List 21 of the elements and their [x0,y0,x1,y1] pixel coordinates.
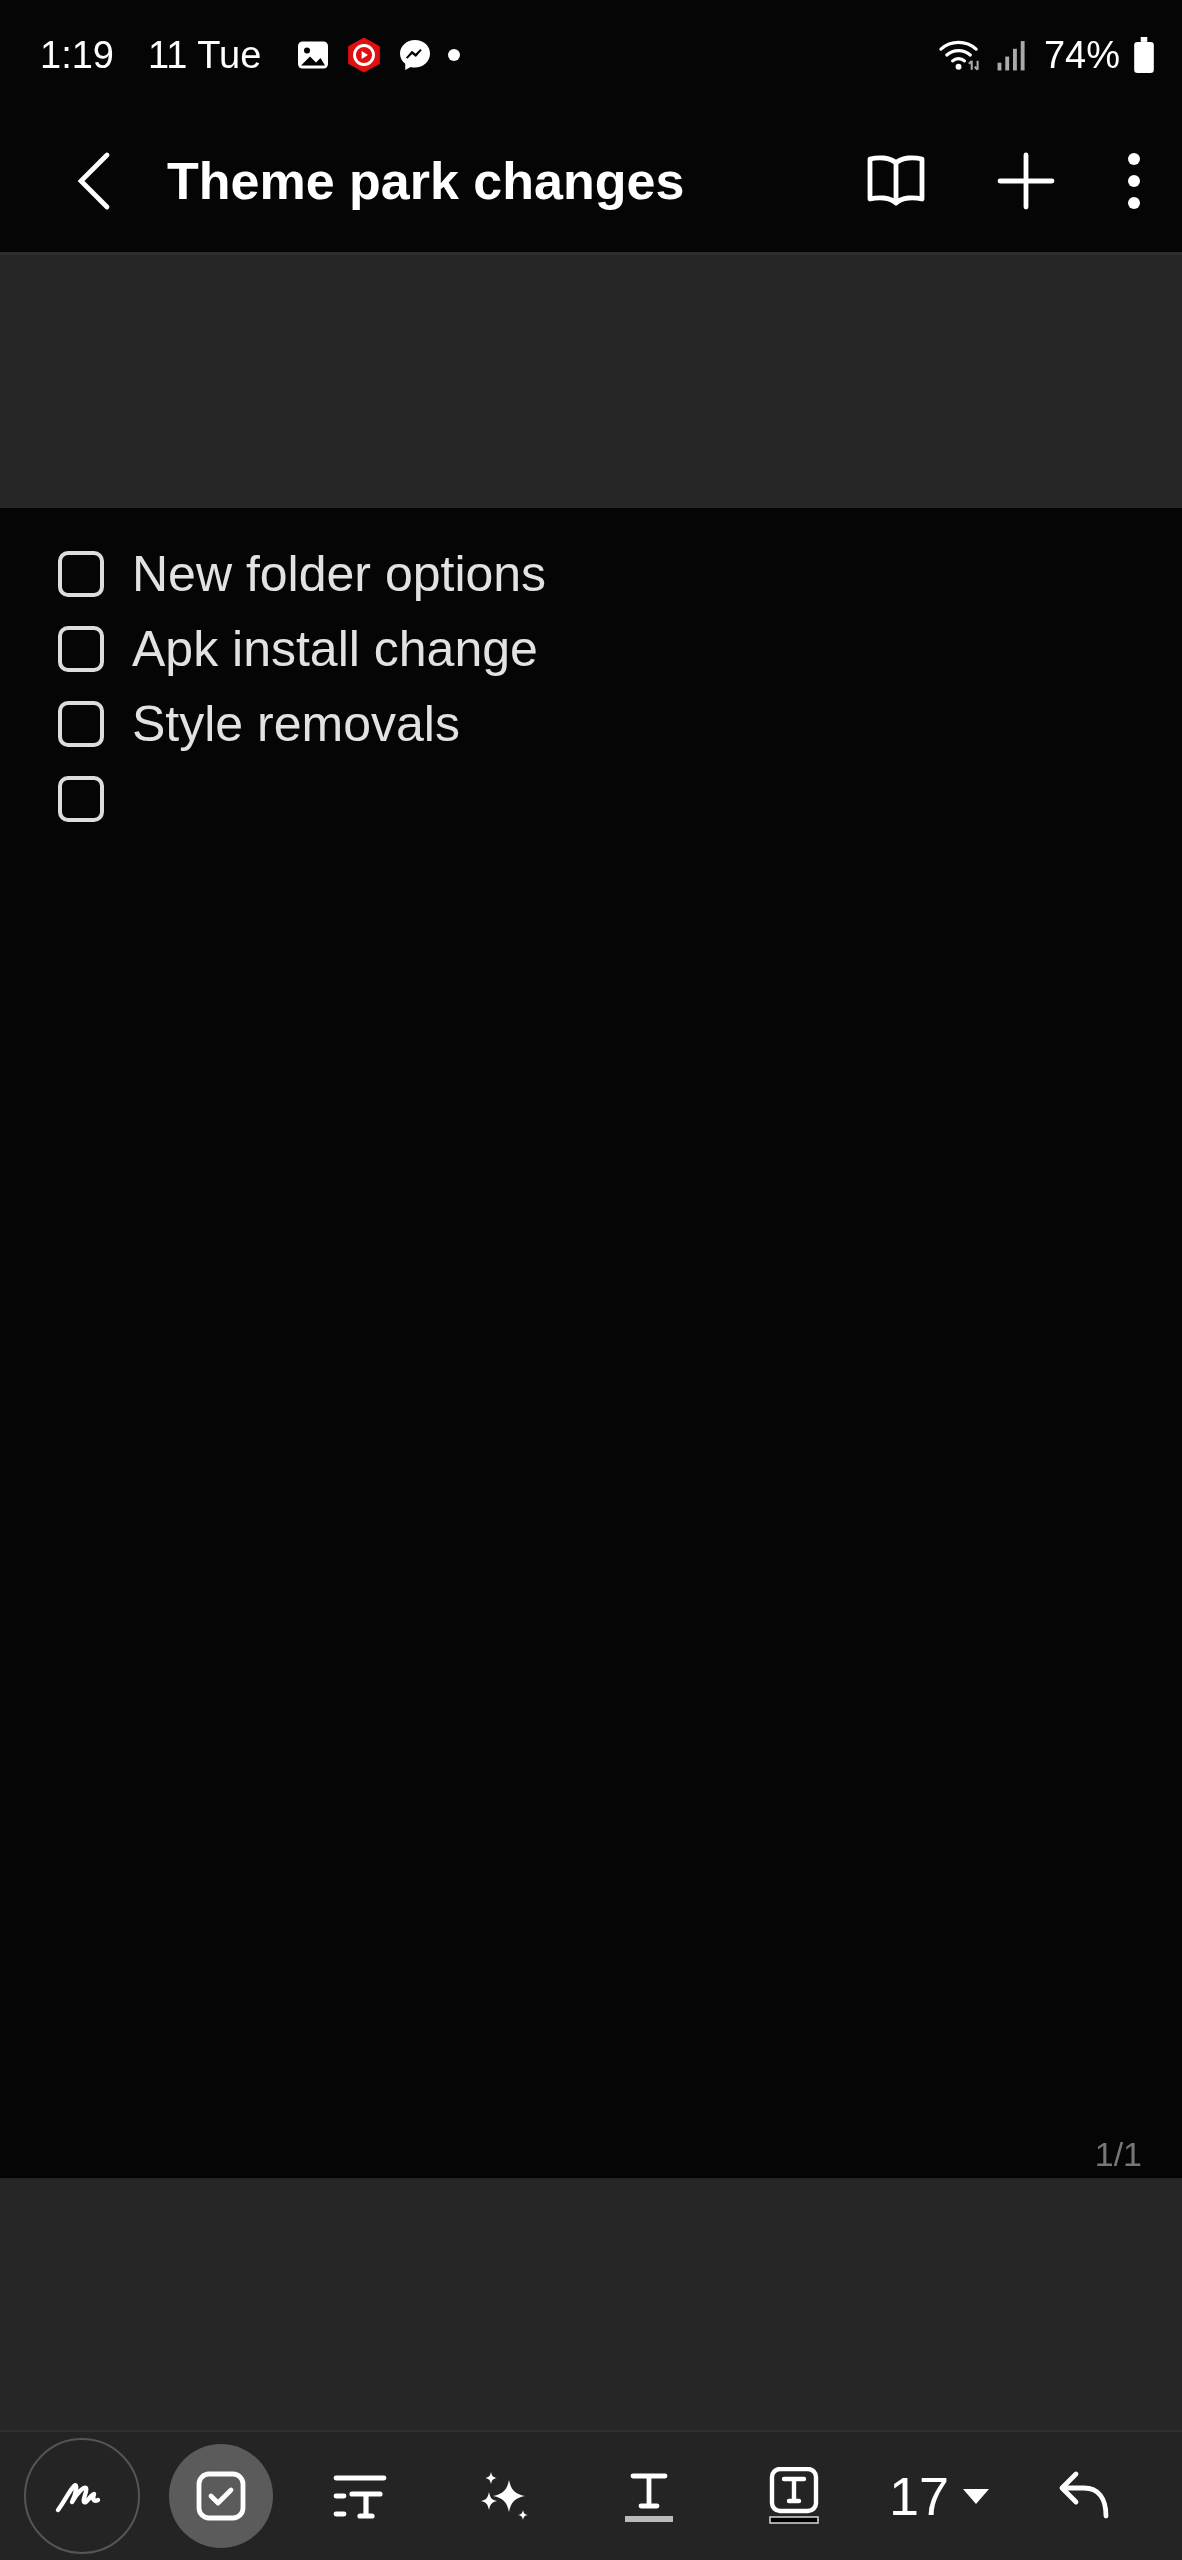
checkbox[interactable] [58,775,104,822]
checklist-item-text: New folder options [132,544,547,603]
font-size-button[interactable]: 17 [881,2465,998,2527]
more-icon[interactable] [1126,153,1142,209]
add-icon[interactable] [996,151,1056,211]
clock-time: 1:19 [40,33,114,77]
page-indicator: 1/1 [1094,2135,1142,2174]
checkbox[interactable] [58,550,104,597]
checkbox-icon [194,2470,247,2522]
text-background-icon [768,2467,821,2525]
checkbox[interactable] [58,700,104,747]
checkbox[interactable] [58,625,104,672]
note-title[interactable]: Theme park changes [167,151,866,211]
battery-percent: 74% [1043,33,1120,77]
battery-icon [1134,37,1154,73]
checklist-item-text: Apk install change [132,619,538,678]
caret-icon [963,2488,990,2504]
checklist-item-text: Style removals [132,694,460,753]
handwriting-button[interactable] [24,2438,140,2554]
date-text: 11 Tue [147,33,262,77]
dot-icon [447,48,462,62]
